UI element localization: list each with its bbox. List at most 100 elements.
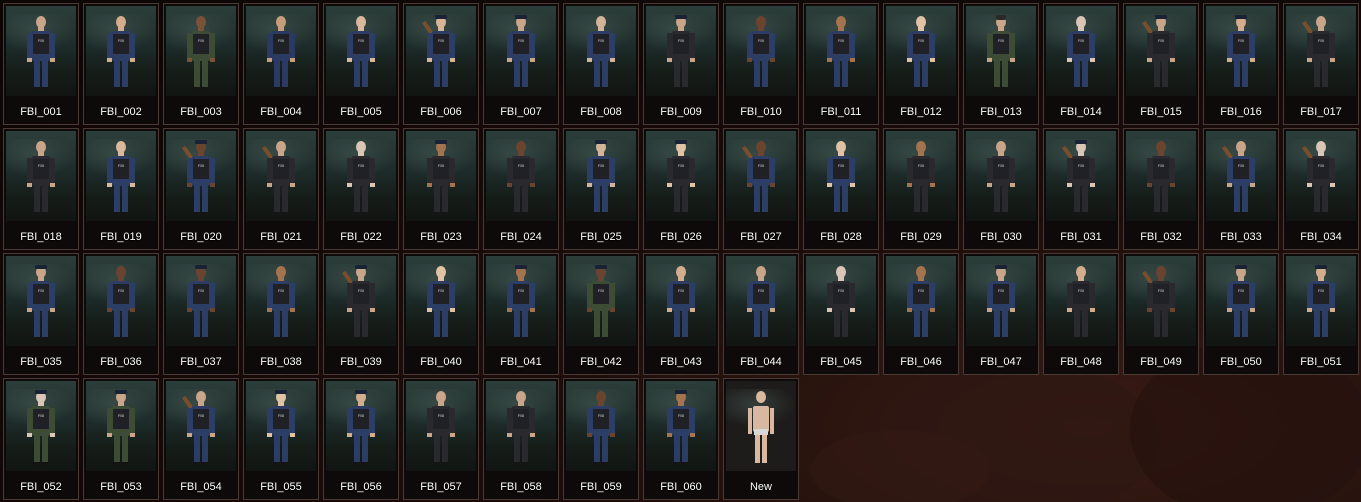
character-tile[interactable]: FBI FBI_014 bbox=[1043, 3, 1119, 125]
character-tile[interactable]: FBI FBI_002 bbox=[83, 3, 159, 125]
character-portrait: FBI bbox=[646, 381, 716, 471]
character-tile[interactable]: FBI FBI_048 bbox=[1043, 253, 1119, 375]
svg-text:FBI: FBI bbox=[198, 413, 204, 418]
character-figure-icon: FBI bbox=[747, 16, 775, 90]
character-tile[interactable]: FBI FBI_015 bbox=[1123, 3, 1199, 125]
character-tile[interactable]: FBI FBI_055 bbox=[243, 378, 319, 500]
character-portrait: FBI bbox=[246, 381, 316, 471]
character-figure-icon: FBI bbox=[1142, 15, 1175, 90]
character-figure-icon: FBI bbox=[347, 141, 375, 215]
svg-text:FBI: FBI bbox=[1318, 288, 1324, 293]
character-tile[interactable]: FBI FBI_059 bbox=[563, 378, 639, 500]
character-tile[interactable]: FBI FBI_028 bbox=[803, 128, 879, 250]
character-tile[interactable]: FBI FBI_010 bbox=[723, 3, 799, 125]
character-tile[interactable]: FBI FBI_041 bbox=[483, 253, 559, 375]
character-tile[interactable]: FBI FBI_022 bbox=[323, 128, 399, 250]
character-label: FBI_034 bbox=[1300, 231, 1342, 243]
character-label: FBI_026 bbox=[660, 231, 702, 243]
character-label: FBI_047 bbox=[980, 356, 1022, 368]
character-label: FBI_010 bbox=[740, 106, 782, 118]
character-portrait: FBI bbox=[326, 256, 396, 346]
character-portrait: FBI bbox=[86, 381, 156, 471]
character-tile[interactable]: FBI FBI_017 bbox=[1283, 3, 1359, 125]
character-portrait: FBI bbox=[86, 131, 156, 221]
character-tile[interactable]: FBI FBI_006 bbox=[403, 3, 479, 125]
svg-text:FBI: FBI bbox=[918, 288, 924, 293]
character-tile[interactable]: FBI FBI_004 bbox=[243, 3, 319, 125]
character-tile[interactable]: FBI FBI_033 bbox=[1203, 128, 1279, 250]
character-figure-icon: FBI bbox=[187, 16, 215, 90]
character-figure-icon: FBI bbox=[507, 15, 535, 90]
svg-text:FBI: FBI bbox=[1158, 38, 1164, 43]
svg-text:FBI: FBI bbox=[1318, 38, 1324, 43]
character-tile[interactable]: FBI FBI_037 bbox=[163, 253, 239, 375]
character-tile[interactable]: FBI FBI_027 bbox=[723, 128, 799, 250]
character-tile[interactable]: FBI FBI_045 bbox=[803, 253, 879, 375]
new-character-tile[interactable]: New bbox=[723, 378, 799, 500]
character-tile[interactable]: FBI FBI_034 bbox=[1283, 128, 1359, 250]
character-tile[interactable]: FBI FBI_038 bbox=[243, 253, 319, 375]
character-tile[interactable]: FBI FBI_040 bbox=[403, 253, 479, 375]
character-tile[interactable]: FBI FBI_049 bbox=[1123, 253, 1199, 375]
character-tile[interactable]: FBI FBI_018 bbox=[3, 128, 79, 250]
character-tile[interactable]: FBI FBI_026 bbox=[643, 128, 719, 250]
svg-text:FBI: FBI bbox=[998, 38, 1004, 43]
character-tile[interactable]: FBI FBI_020 bbox=[163, 128, 239, 250]
character-tile[interactable]: FBI FBI_056 bbox=[323, 378, 399, 500]
character-tile[interactable]: FBI FBI_009 bbox=[643, 3, 719, 125]
svg-text:FBI: FBI bbox=[998, 288, 1004, 293]
character-figure-icon: FBI bbox=[427, 391, 455, 465]
character-tile[interactable]: FBI FBI_012 bbox=[883, 3, 959, 125]
character-figure-icon: FBI bbox=[1302, 141, 1335, 215]
svg-text:FBI: FBI bbox=[438, 413, 444, 418]
svg-text:FBI: FBI bbox=[838, 163, 844, 168]
character-tile[interactable]: FBI FBI_052 bbox=[3, 378, 79, 500]
character-tile[interactable]: FBI FBI_035 bbox=[3, 253, 79, 375]
svg-text:FBI: FBI bbox=[678, 288, 684, 293]
character-tile[interactable]: FBI FBI_005 bbox=[323, 3, 399, 125]
character-tile[interactable]: FBI FBI_021 bbox=[243, 128, 319, 250]
character-tile[interactable]: FBI FBI_046 bbox=[883, 253, 959, 375]
character-tile[interactable]: FBI FBI_042 bbox=[563, 253, 639, 375]
character-tile[interactable]: FBI FBI_031 bbox=[1043, 128, 1119, 250]
svg-text:FBI: FBI bbox=[38, 163, 44, 168]
character-tile[interactable]: FBI FBI_036 bbox=[83, 253, 159, 375]
character-tile[interactable]: FBI FBI_003 bbox=[163, 3, 239, 125]
character-portrait: FBI bbox=[886, 131, 956, 221]
character-tile[interactable]: FBI FBI_054 bbox=[163, 378, 239, 500]
character-tile[interactable]: FBI FBI_023 bbox=[403, 128, 479, 250]
character-figure-icon: FBI bbox=[267, 266, 295, 340]
character-tile[interactable]: FBI FBI_044 bbox=[723, 253, 799, 375]
character-tile[interactable]: FBI FBI_024 bbox=[483, 128, 559, 250]
character-tile[interactable]: FBI FBI_060 bbox=[643, 378, 719, 500]
character-tile[interactable]: FBI FBI_050 bbox=[1203, 253, 1279, 375]
character-tile[interactable]: FBI FBI_007 bbox=[483, 3, 559, 125]
character-tile[interactable]: FBI FBI_011 bbox=[803, 3, 879, 125]
svg-text:FBI: FBI bbox=[518, 38, 524, 43]
character-figure-icon: FBI bbox=[1307, 265, 1335, 340]
character-tile[interactable]: FBI FBI_019 bbox=[83, 128, 159, 250]
character-portrait: FBI bbox=[966, 131, 1036, 221]
character-tile[interactable]: FBI FBI_016 bbox=[1203, 3, 1279, 125]
character-portrait: FBI bbox=[726, 6, 796, 96]
character-tile[interactable]: FBI FBI_030 bbox=[963, 128, 1039, 250]
character-tile[interactable]: FBI FBI_058 bbox=[483, 378, 559, 500]
character-tile[interactable]: FBI FBI_047 bbox=[963, 253, 1039, 375]
character-tile[interactable]: FBI FBI_013 bbox=[963, 3, 1039, 125]
character-figure-icon: FBI bbox=[667, 390, 695, 465]
character-tile[interactable]: FBI FBI_029 bbox=[883, 128, 959, 250]
character-tile[interactable]: FBI FBI_001 bbox=[3, 3, 79, 125]
character-tile[interactable]: FBI FBI_043 bbox=[643, 253, 719, 375]
character-tile[interactable]: FBI FBI_025 bbox=[563, 128, 639, 250]
character-tile[interactable]: FBI FBI_008 bbox=[563, 3, 639, 125]
character-label: FBI_053 bbox=[100, 481, 142, 493]
svg-text:FBI: FBI bbox=[518, 413, 524, 418]
character-tile[interactable]: FBI FBI_057 bbox=[403, 378, 479, 500]
character-figure-icon: FBI bbox=[507, 265, 535, 340]
character-tile[interactable]: FBI FBI_053 bbox=[83, 378, 159, 500]
character-portrait: FBI bbox=[486, 131, 556, 221]
character-tile[interactable]: FBI FBI_039 bbox=[323, 253, 399, 375]
character-figure-icon: FBI bbox=[587, 140, 615, 215]
character-tile[interactable]: FBI FBI_032 bbox=[1123, 128, 1199, 250]
character-tile[interactable]: FBI FBI_051 bbox=[1283, 253, 1359, 375]
